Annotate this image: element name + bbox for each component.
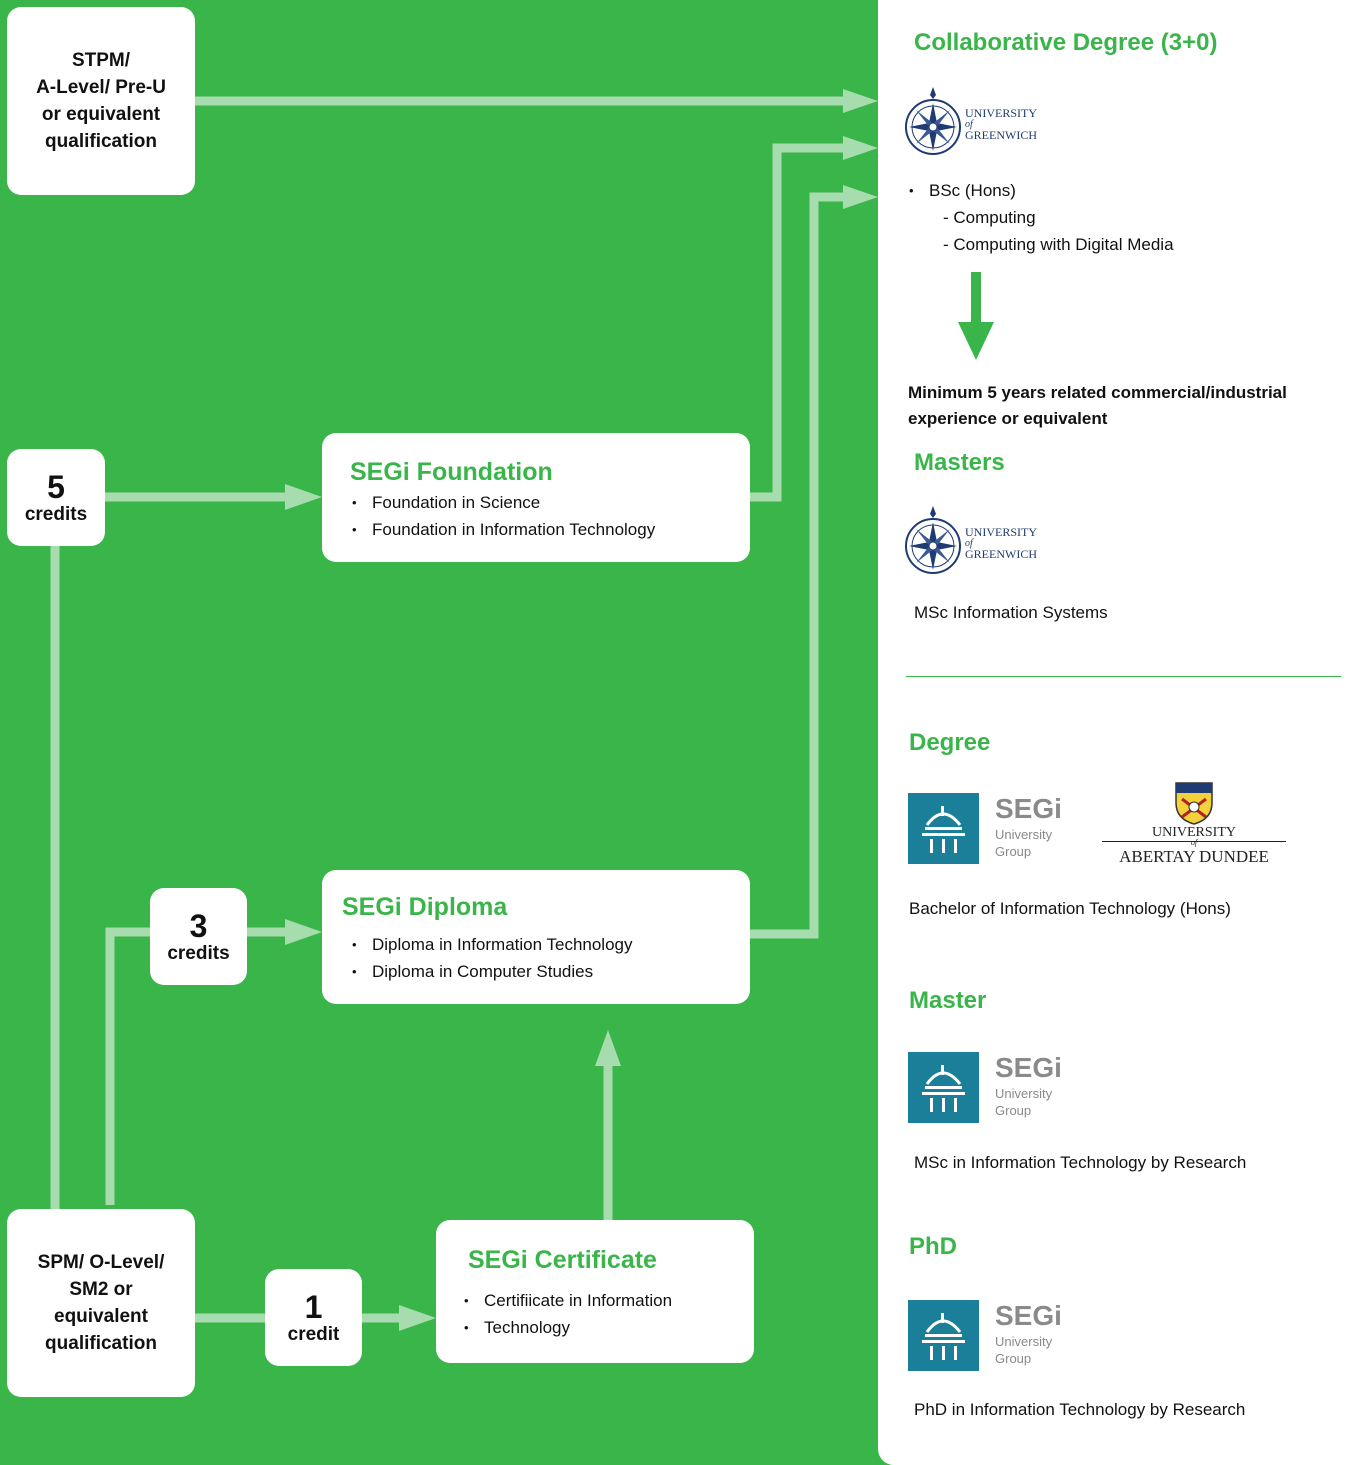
segi-subtext: University	[995, 827, 1053, 842]
entry-line: or equivalent	[41, 104, 161, 125]
degree-list: BSc (Hons) - Computing - Computing with …	[907, 177, 1174, 258]
sub-item: - Computing	[943, 208, 1036, 227]
compass-rose-icon	[905, 87, 961, 155]
entry-line: SPM/ O-Level/	[37, 1252, 165, 1273]
crest-icon	[1175, 782, 1213, 825]
connector-spm-to-3credits	[105, 927, 150, 1205]
programme-title: SEGi Certificate	[468, 1246, 657, 1274]
programme-list: Diploma in Information Technology Diplom…	[350, 931, 750, 985]
list-item: Diploma in Computer Studies	[350, 958, 750, 985]
credit-label: credits	[24, 503, 88, 525]
list-item: Diploma in Information Technology	[350, 931, 750, 958]
entry-line: A-Level/ Pre-U	[36, 77, 166, 98]
list-item: Certifiicate in Information	[462, 1287, 754, 1314]
credit-box-1: 1 credit	[265, 1269, 362, 1366]
sub-item: - Computing with Digital Media	[943, 235, 1174, 254]
arrowhead-certificate	[399, 1305, 436, 1331]
list-item: Foundation in Information Technology	[350, 516, 750, 543]
heading-masters: Masters	[914, 449, 1005, 476]
phd-programme: PhD in Information Technology by Researc…	[914, 1400, 1246, 1419]
entry-box-spm: SPM/ O-Level/ SM2 or equivalent qualific…	[7, 1209, 195, 1397]
segi-building-icon	[908, 1052, 979, 1123]
arrowhead-diploma-path	[843, 185, 878, 209]
section-divider	[906, 676, 1341, 677]
entry-box-stpm: STPM/ A-Level/ Pre-U or equivalent quali…	[7, 7, 195, 195]
segi-building-icon	[908, 793, 979, 864]
degree-programme: Bachelor of Information Technology (Hons…	[909, 899, 1231, 918]
arrowhead-stpm	[843, 89, 878, 113]
arrowhead-foundation-path	[843, 136, 878, 160]
list-item-continuation: Technology	[484, 1318, 571, 1337]
compass-rose-icon	[905, 506, 961, 574]
segi-subtext: University	[995, 1086, 1053, 1101]
abertay-logo: UNIVERSITY of ABERTAY DUNDEE	[1102, 781, 1286, 869]
segi-wordmark: SEGi	[995, 1300, 1062, 1331]
greenwich-logo: UNIVERSITY of GREENWICH	[902, 87, 1052, 157]
segi-subtext: Group	[995, 844, 1032, 859]
credit-box-3: 3 credits	[150, 888, 247, 985]
entry-line: equivalent	[54, 1306, 148, 1327]
programme-list: Certifiicate in Information Technology	[462, 1287, 754, 1341]
programme-box-certificate: SEGi Certificate Certifiicate in Informa…	[436, 1220, 754, 1363]
entry-line: qualification	[45, 131, 157, 152]
requirement-text: Minimum 5 years related commercial/indus…	[908, 383, 1287, 428]
programme-box-foundation: SEGi Foundation Foundation in Science Fo…	[322, 433, 750, 562]
heading-phd: PhD	[909, 1233, 957, 1260]
credit-box-5: 5 credits	[7, 449, 105, 546]
logo-text: GREENWICH	[965, 547, 1037, 561]
segi-wordmark: SEGi	[995, 793, 1062, 824]
credit-number: 3	[189, 907, 208, 944]
segi-building-icon	[908, 1300, 979, 1371]
logo-text: of	[1190, 838, 1198, 847]
list-item: Foundation in Science	[350, 489, 750, 516]
connector-diploma-to-degree	[750, 192, 845, 939]
entry-line: STPM/	[71, 50, 131, 71]
arrowhead-diploma	[285, 919, 322, 945]
entry-line: SM2 or	[69, 1279, 133, 1300]
logo-text: UNIVERSITY	[965, 525, 1037, 539]
segi-subtext: University	[995, 1334, 1053, 1349]
list-item: Technology	[462, 1314, 754, 1341]
masters-programme: MSc Information Systems	[914, 603, 1108, 622]
segi-subtext: Group	[995, 1351, 1032, 1366]
master-programme: MSc in Information Technology by Researc…	[914, 1153, 1247, 1172]
segi-logo: SEGi University Group	[908, 1052, 1078, 1124]
credit-number: 5	[47, 468, 65, 505]
down-arrow-icon	[958, 272, 994, 360]
heading-collaborative-degree: Collaborative Degree (3+0)	[914, 29, 1218, 56]
logo-text: ABERTAY DUNDEE	[1119, 847, 1269, 866]
segi-subtext: Group	[995, 1103, 1032, 1118]
heading-master: Master	[909, 987, 987, 1014]
greenwich-logo: UNIVERSITY of GREENWICH	[902, 506, 1052, 576]
segi-logo: SEGi University Group	[908, 793, 1078, 865]
heading-degree: Degree	[909, 729, 991, 756]
entry-line: qualification	[45, 1333, 157, 1354]
arrowhead-foundation	[285, 484, 322, 510]
list-item: BSc (Hons)	[907, 177, 1174, 204]
credit-number: 1	[304, 1288, 323, 1325]
programme-title: SEGi Diploma	[342, 893, 508, 921]
segi-logo: SEGi University Group	[908, 1300, 1078, 1372]
credit-label: credit	[287, 1323, 340, 1345]
programme-box-diploma: SEGi Diploma Diploma in Information Tech…	[322, 870, 750, 1004]
programme-list: Foundation in Science Foundation in Info…	[350, 489, 750, 543]
segi-wordmark: SEGi	[995, 1052, 1062, 1083]
credit-label: credits	[167, 942, 230, 964]
programme-title: SEGi Foundation	[350, 458, 553, 486]
logo-text: UNIVERSITY	[965, 106, 1037, 120]
arrowhead-up-diploma	[595, 1030, 621, 1066]
logo-text: GREENWICH	[965, 128, 1037, 142]
